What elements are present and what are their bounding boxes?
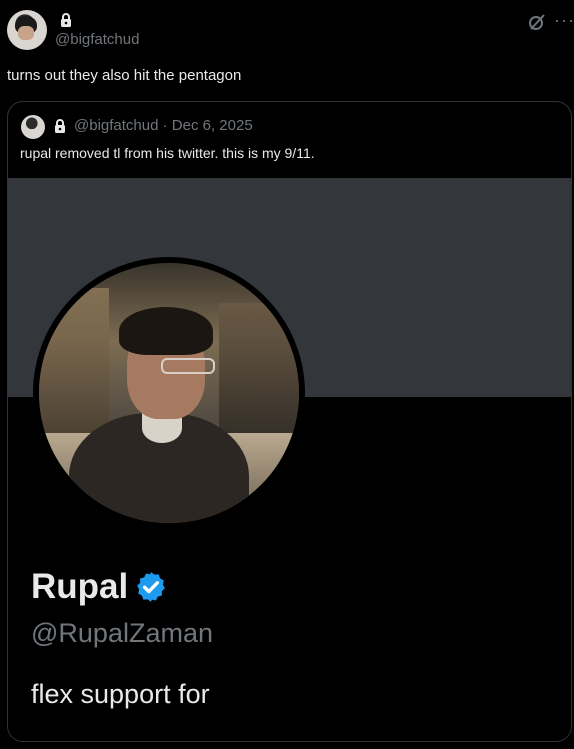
lock-icon bbox=[55, 119, 65, 133]
grok-icon[interactable] bbox=[527, 12, 547, 32]
quoted-tweet-text: rupal removed tl from his twitter. this … bbox=[20, 145, 315, 161]
quoted-tweet-card[interactable]: @bigfatchud · Dec 6, 2025 rupal removed … bbox=[7, 101, 572, 742]
lock-icon bbox=[61, 13, 71, 27]
author-avatar[interactable] bbox=[7, 10, 47, 50]
quoted-author-avatar bbox=[21, 115, 45, 139]
profile-display-name: Rupal bbox=[31, 567, 129, 606]
quoted-tweet-meta: @bigfatchud · Dec 6, 2025 bbox=[74, 117, 253, 134]
avatar-face bbox=[18, 26, 34, 40]
profile-photo bbox=[39, 263, 299, 523]
author-handle[interactable]: @bigfatchud bbox=[55, 31, 139, 48]
verified-badge-icon bbox=[137, 572, 166, 602]
profile-avatar bbox=[33, 257, 305, 529]
profile-handle: @RupalZaman bbox=[31, 618, 213, 648]
more-options-icon[interactable]: ··· bbox=[554, 10, 574, 31]
profile-bio: flex support for bbox=[31, 679, 210, 709]
profile-name-row: Rupal bbox=[31, 567, 168, 607]
tweet-text: turns out they also hit the pentagon bbox=[7, 67, 242, 84]
